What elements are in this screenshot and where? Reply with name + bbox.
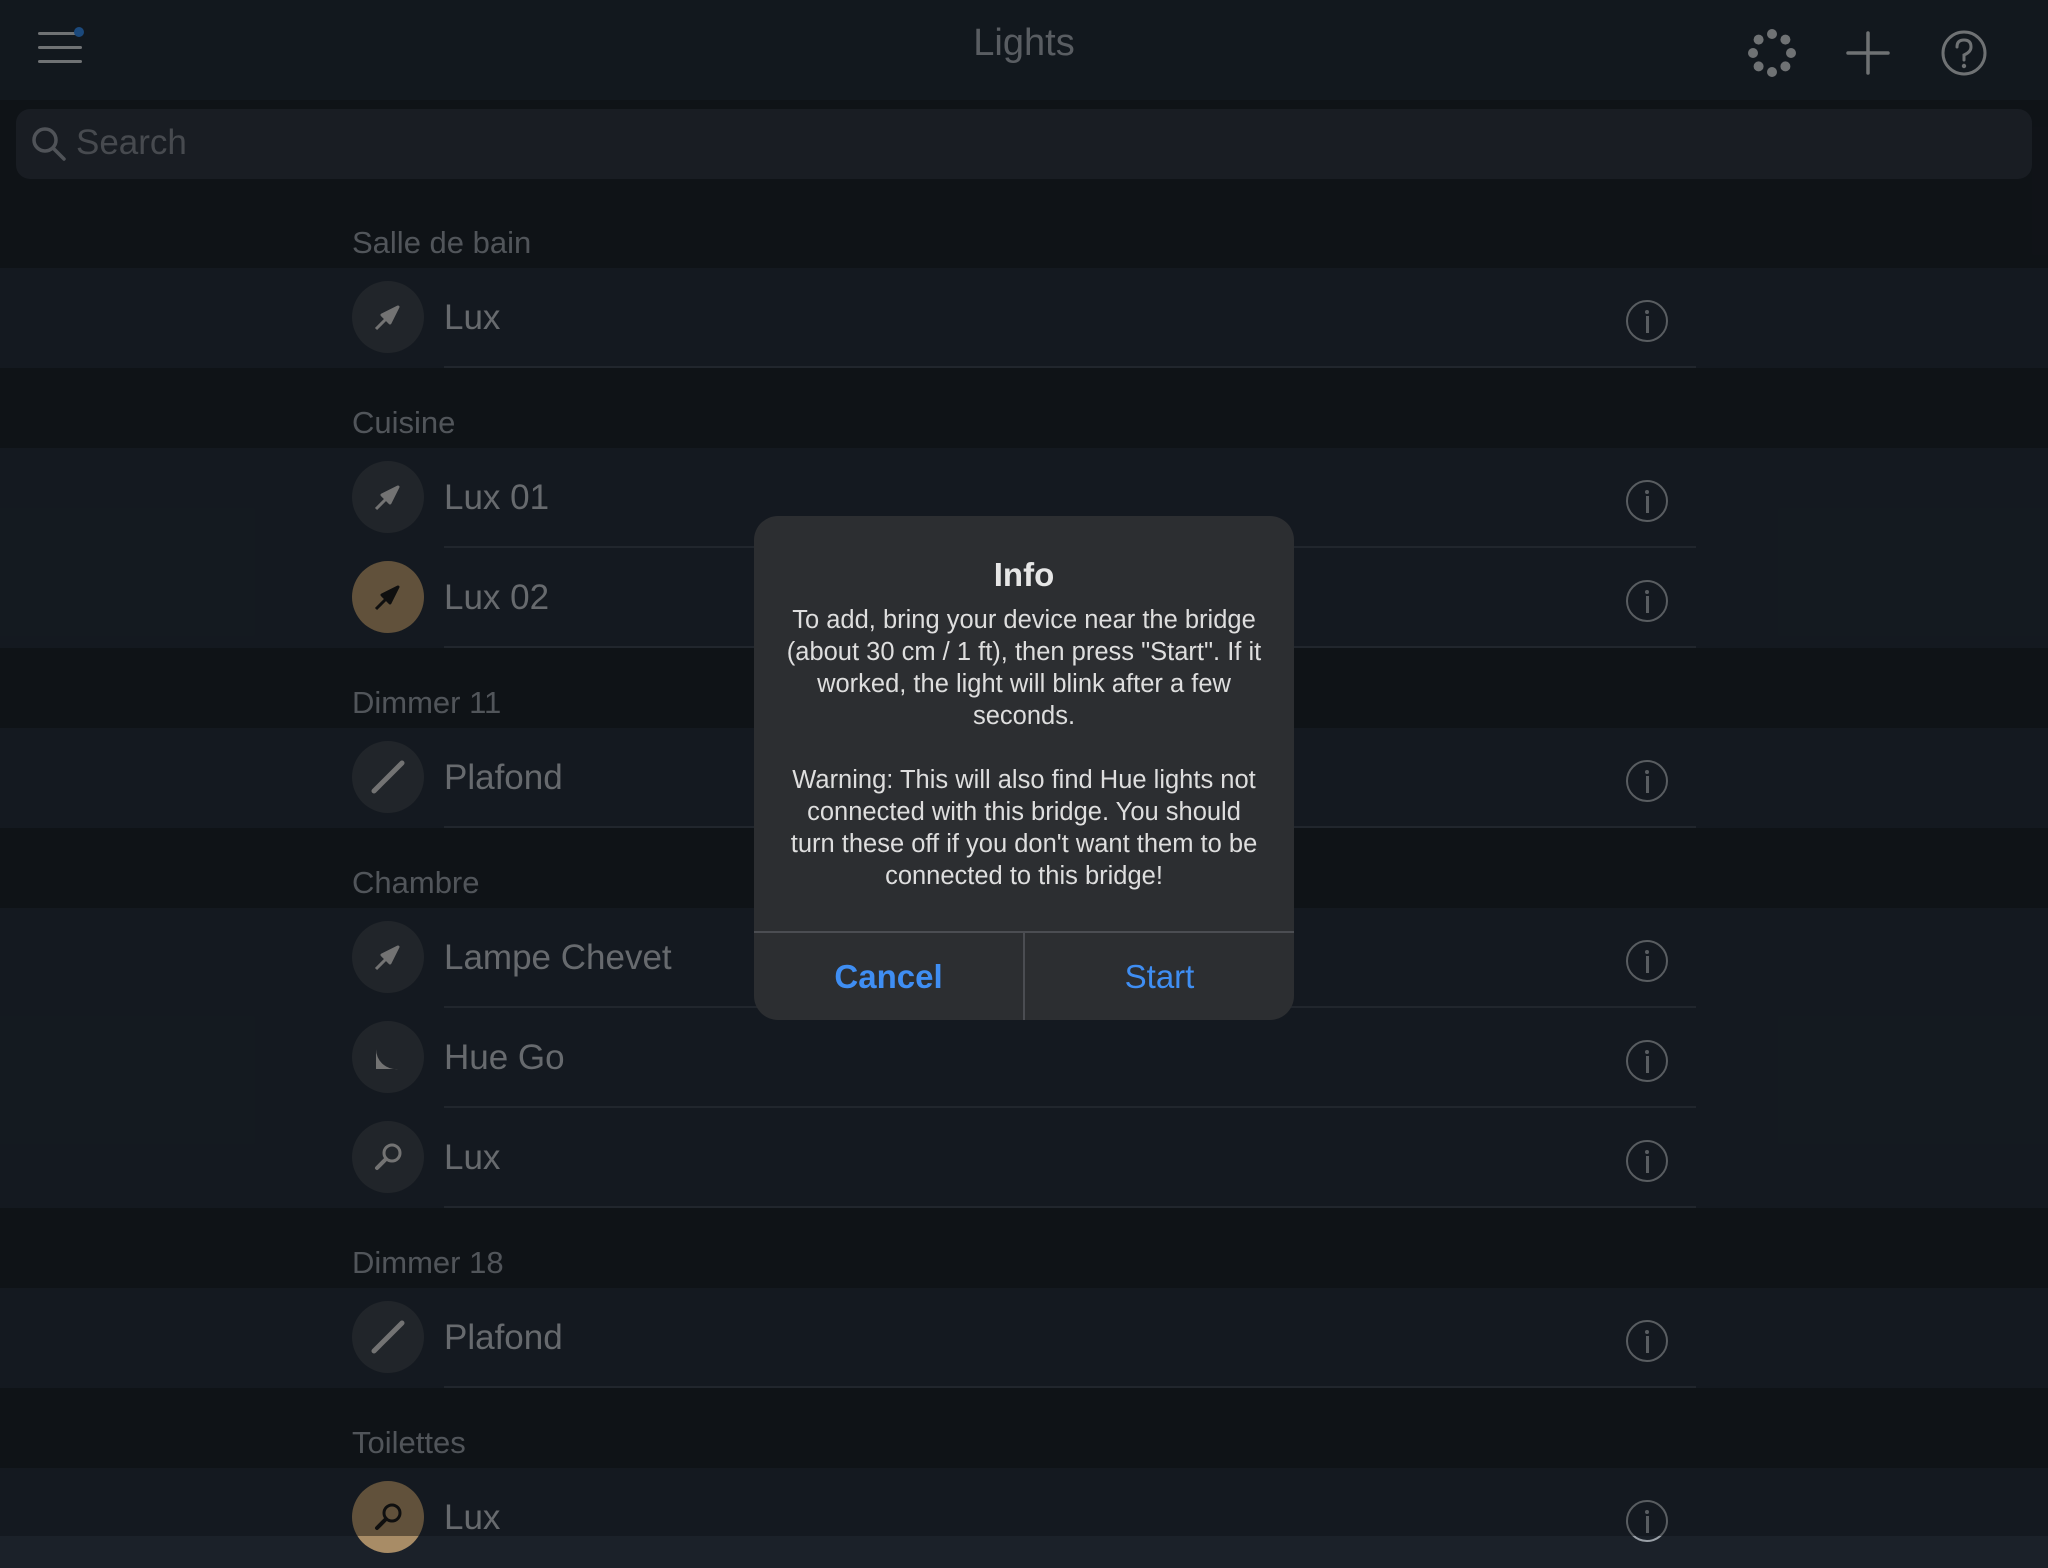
start-button[interactable]: Start: [1025, 933, 1294, 1020]
dialog-message-instructions: To add, bring your device near the bridg…: [786, 606, 1262, 730]
info-dialog: Info To add, bring your device near the …: [754, 516, 1294, 1020]
dialog-message-warning: Warning: This will also find Hue lights …: [790, 766, 1258, 890]
dialog-message: To add, bring your device near the bridg…: [784, 604, 1264, 892]
cancel-button[interactable]: Cancel: [754, 933, 1023, 1020]
dialog-title: Info: [993, 556, 1055, 593]
